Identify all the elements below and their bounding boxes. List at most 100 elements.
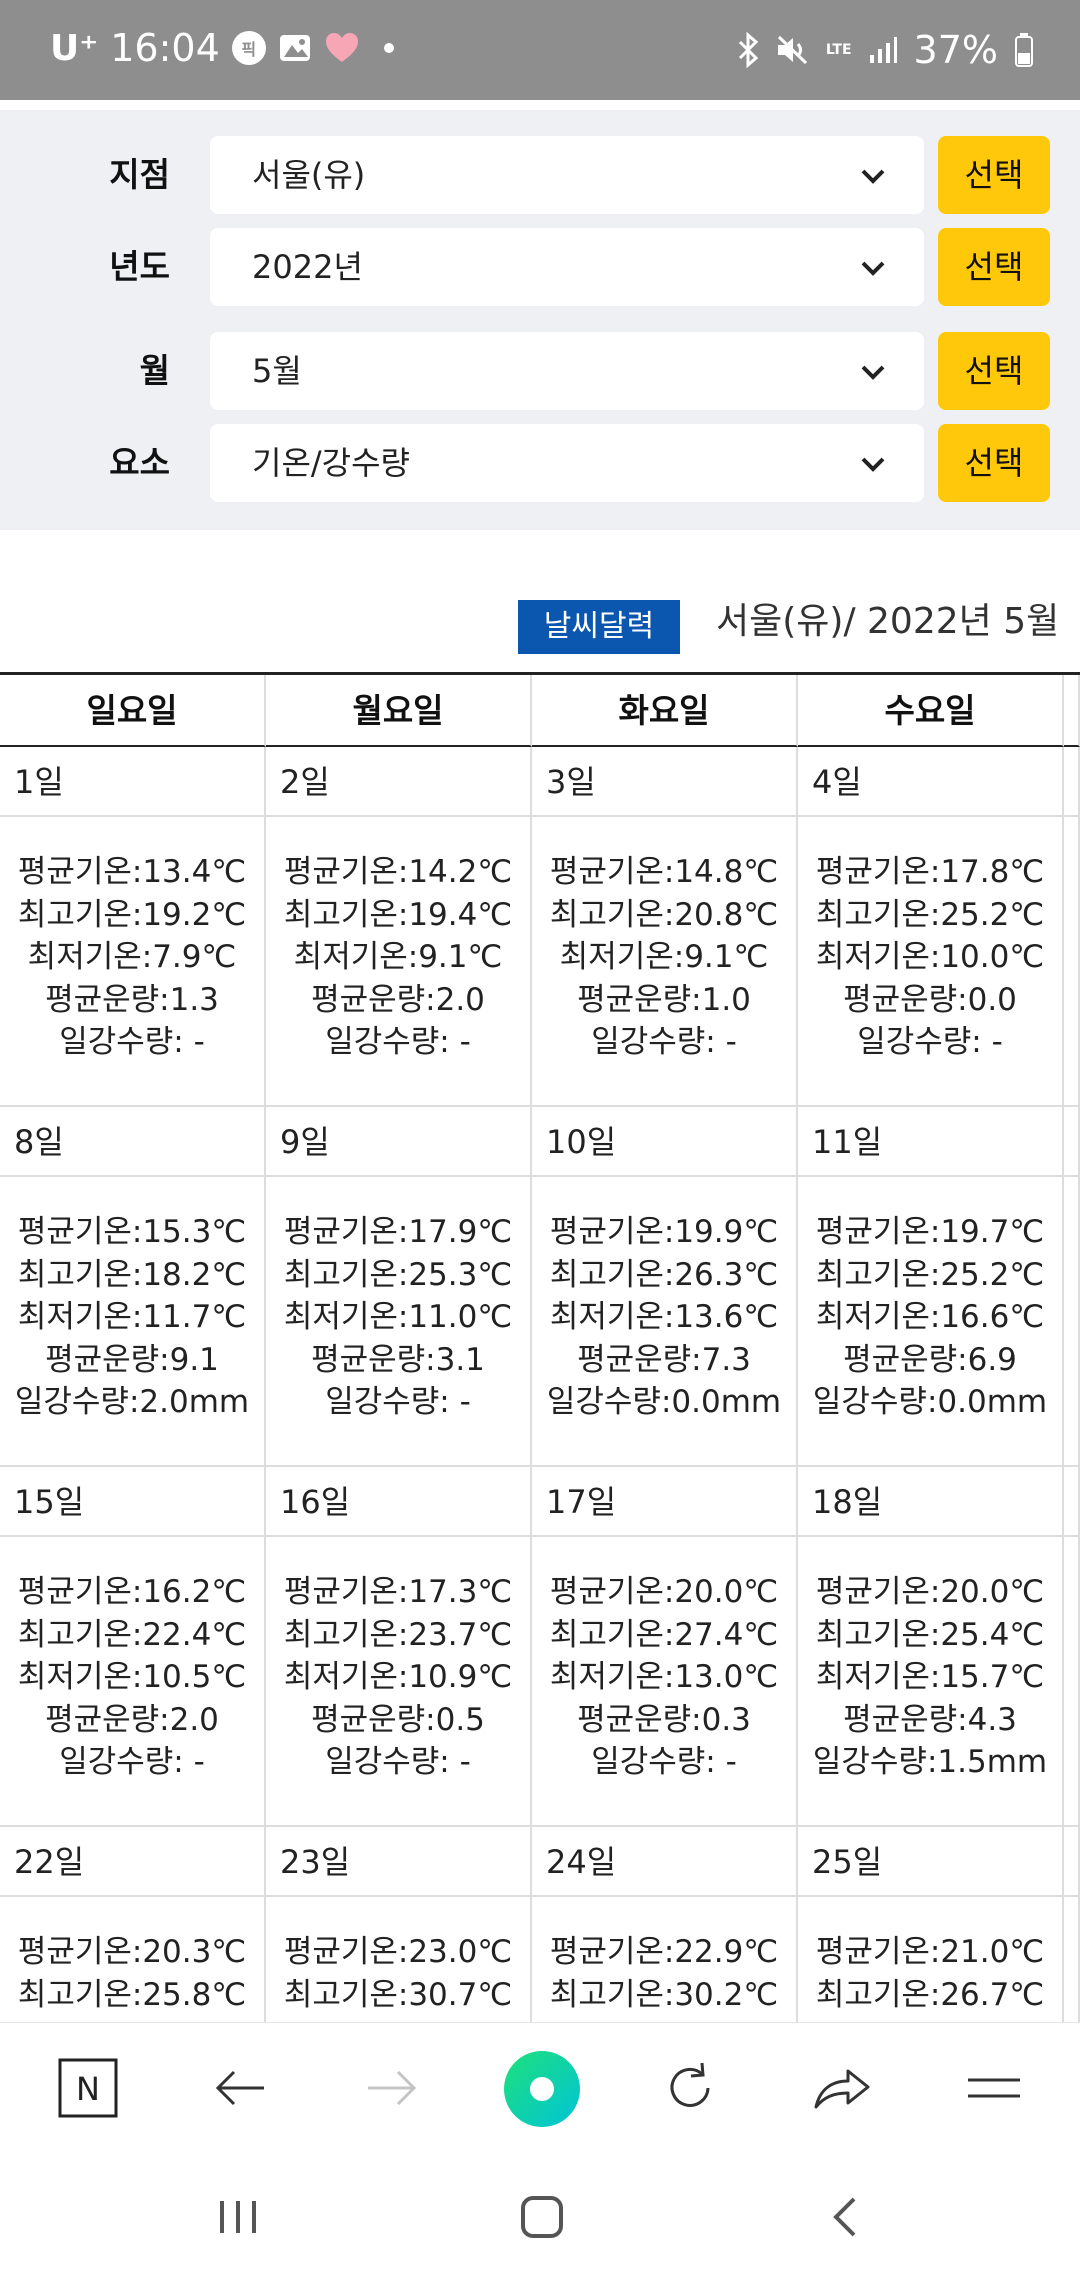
chevron-down-icon — [861, 457, 885, 472]
min-temp: 최저기온:10.0℃ — [815, 939, 1045, 975]
weather-calendar-badge: 날씨달력 — [518, 600, 680, 654]
chevron-down-icon — [861, 169, 885, 184]
date-label: 23일 — [280, 1843, 351, 1881]
weather-info-cell: 평균기온:19.7℃ 최고기온:25.2℃ 최저기온:16.6℃ 평균운량:6.… — [798, 1177, 1064, 1467]
date-label: 18일 — [812, 1483, 883, 1521]
filter-label: 요소 — [109, 443, 170, 482]
lte-label: LTE — [825, 42, 852, 58]
avg-cloud: 평균운량:3.1 — [311, 1341, 485, 1378]
weather-info-cell: 평균기온:16.2℃ 최고기온:22.4℃ 최저기온:10.5℃ 평균운량:2.… — [0, 1537, 266, 1827]
select-button[interactable]: 선택 — [938, 332, 1050, 410]
weather-calendar: 일요일 월요일 화요일 수요일 1일 2일 3일 4일 평균기온:13.4℃ 최… — [0, 672, 1080, 2022]
filter-label: 지점 — [109, 155, 170, 194]
weekday-header: 화요일 — [532, 675, 798, 747]
back-icon[interactable] — [816, 2192, 876, 2242]
station-select[interactable]: 서울(유) — [210, 136, 924, 214]
naver-n-label: N — [76, 2070, 100, 2108]
year-select[interactable]: 2022년 — [210, 228, 924, 306]
element-select[interactable]: 기온/강수량 — [210, 424, 924, 502]
select-button[interactable]: 선택 — [938, 228, 1050, 306]
date-label: 8일 — [14, 1123, 64, 1161]
date-cell: 3일 — [532, 747, 798, 817]
status-bar: U⁺ 16:04 픽 LTE 37% — [0, 0, 1080, 100]
browser-toolbar: N — [0, 2022, 1080, 2152]
avg-temp: 평균기온:20.0℃ — [549, 1574, 779, 1610]
back-arrow-icon[interactable] — [210, 2058, 270, 2118]
battery-percent: 37% — [913, 28, 998, 72]
avg-cloud: 평균운량:4.3 — [843, 1701, 1017, 1738]
status-left: U⁺ 16:04 픽 — [50, 26, 394, 70]
avg-temp: 평균기온:17.3℃ — [283, 1574, 513, 1610]
date-label: 11일 — [812, 1123, 883, 1161]
date-cell: 18일 — [798, 1467, 1064, 1537]
avg-temp: 평균기온:17.8℃ — [815, 854, 1045, 890]
filter-row-element: 요소 기온/강수량 선택 — [0, 424, 1080, 502]
avg-cloud: 평균운량:9.1 — [45, 1341, 219, 1378]
date-label: 3일 — [546, 763, 596, 801]
min-temp: 최저기온:9.1℃ — [559, 939, 769, 975]
date-cell-partial — [1064, 1107, 1080, 1177]
weather-info-cell: 평균기온:14.8℃ 최고기온:20.8℃ 최저기온:9.1℃ 평균운량:1.0… — [532, 817, 798, 1107]
menu-icon[interactable] — [964, 2058, 1024, 2118]
filter-label: 월 — [139, 351, 170, 390]
home-green-icon[interactable] — [504, 2051, 580, 2127]
month-select[interactable]: 5월 — [210, 332, 924, 410]
naver-n-icon[interactable]: N — [58, 2058, 118, 2118]
select-button[interactable]: 선택 — [938, 136, 1050, 214]
avg-temp: 평균기온:19.7℃ — [815, 1214, 1045, 1250]
heart-icon — [324, 32, 360, 64]
home-icon[interactable] — [512, 2192, 572, 2242]
avg-temp: 평균기온:21.0℃ — [815, 1934, 1045, 1970]
refresh-icon[interactable] — [660, 2058, 720, 2118]
weather-info-cell: 평균기온:20.0℃ 최고기온:25.4℃ 최저기온:15.7℃ 평균운량:4.… — [798, 1537, 1064, 1827]
info-cell-partial — [1064, 1537, 1080, 1827]
date-cell: 25일 — [798, 1827, 1064, 1897]
recent-apps-icon[interactable] — [208, 2192, 268, 2242]
min-temp: 최저기온:11.7℃ — [17, 1299, 247, 1335]
min-temp: 최저기온:16.6℃ — [815, 1299, 1045, 1335]
avg-temp: 평균기온:14.2℃ — [283, 854, 513, 890]
daily-precip: 일강수량: - — [325, 1024, 471, 1060]
min-temp: 최저기온:10.5℃ — [17, 1659, 247, 1695]
max-temp: 최고기온:30.7℃ — [283, 1976, 513, 2013]
lte-icon: LTE — [826, 43, 852, 57]
avg-temp: 평균기온:20.0℃ — [815, 1574, 1045, 1610]
clock: 16:04 — [110, 26, 220, 70]
max-temp: 최고기온:19.2℃ — [17, 896, 247, 933]
info-cell-partial — [1064, 817, 1080, 1107]
carrier-label: U⁺ — [50, 27, 99, 69]
daily-precip: 일강수량:2.0mm — [14, 1384, 250, 1420]
battery-icon — [1014, 33, 1034, 67]
daily-precip: 일강수량: - — [59, 1024, 205, 1060]
calendar-title: 서울(유)/ 2022년 5월 — [716, 601, 1060, 642]
avg-cloud: 평균운량:6.9 — [843, 1341, 1017, 1378]
date-cell: 9일 — [266, 1107, 532, 1177]
pick-badge-icon: 픽 — [231, 31, 266, 65]
bluetooth-icon — [736, 32, 760, 68]
weather-info-cell: 평균기온:20.3℃ 최고기온:25.8℃ — [0, 1897, 266, 2022]
date-cell-partial — [1064, 1827, 1080, 1897]
daily-precip: 일강수량: - — [857, 1024, 1003, 1060]
avg-temp: 평균기온:16.2℃ — [17, 1574, 247, 1610]
date-cell: 11일 — [798, 1107, 1064, 1177]
min-temp: 최저기온:7.9℃ — [27, 939, 237, 975]
status-right: LTE 37% — [736, 28, 1034, 72]
share-icon[interactable] — [812, 2058, 872, 2118]
select-button[interactable]: 선택 — [938, 424, 1050, 502]
weather-info-cell: 평균기온:17.3℃ 최고기온:23.7℃ 최저기온:10.9℃ 평균운량:0.… — [266, 1537, 532, 1827]
filter-panel: 지점 서울(유) 선택 년도 2022년 선택 월 5월 선택 요소 기온/강수… — [0, 110, 1080, 530]
date-label: 15일 — [14, 1483, 85, 1521]
date-label: 9일 — [280, 1123, 330, 1161]
select-value: 5월 — [252, 352, 302, 390]
avg-cloud: 평균운량:0.3 — [577, 1701, 751, 1738]
notification-dot-icon — [383, 43, 394, 53]
max-temp: 최고기온:22.4℃ — [17, 1616, 247, 1653]
date-cell: 24일 — [532, 1827, 798, 1897]
avg-cloud: 평균운량:7.3 — [577, 1341, 751, 1378]
min-temp: 최저기온:11.0℃ — [283, 1299, 513, 1335]
chevron-down-icon — [861, 261, 885, 276]
forward-arrow-icon[interactable] — [362, 2058, 422, 2118]
max-temp: 최고기온:25.4℃ — [815, 1616, 1045, 1653]
date-label: 25일 — [812, 1843, 883, 1881]
info-cell-partial — [1064, 1177, 1080, 1467]
